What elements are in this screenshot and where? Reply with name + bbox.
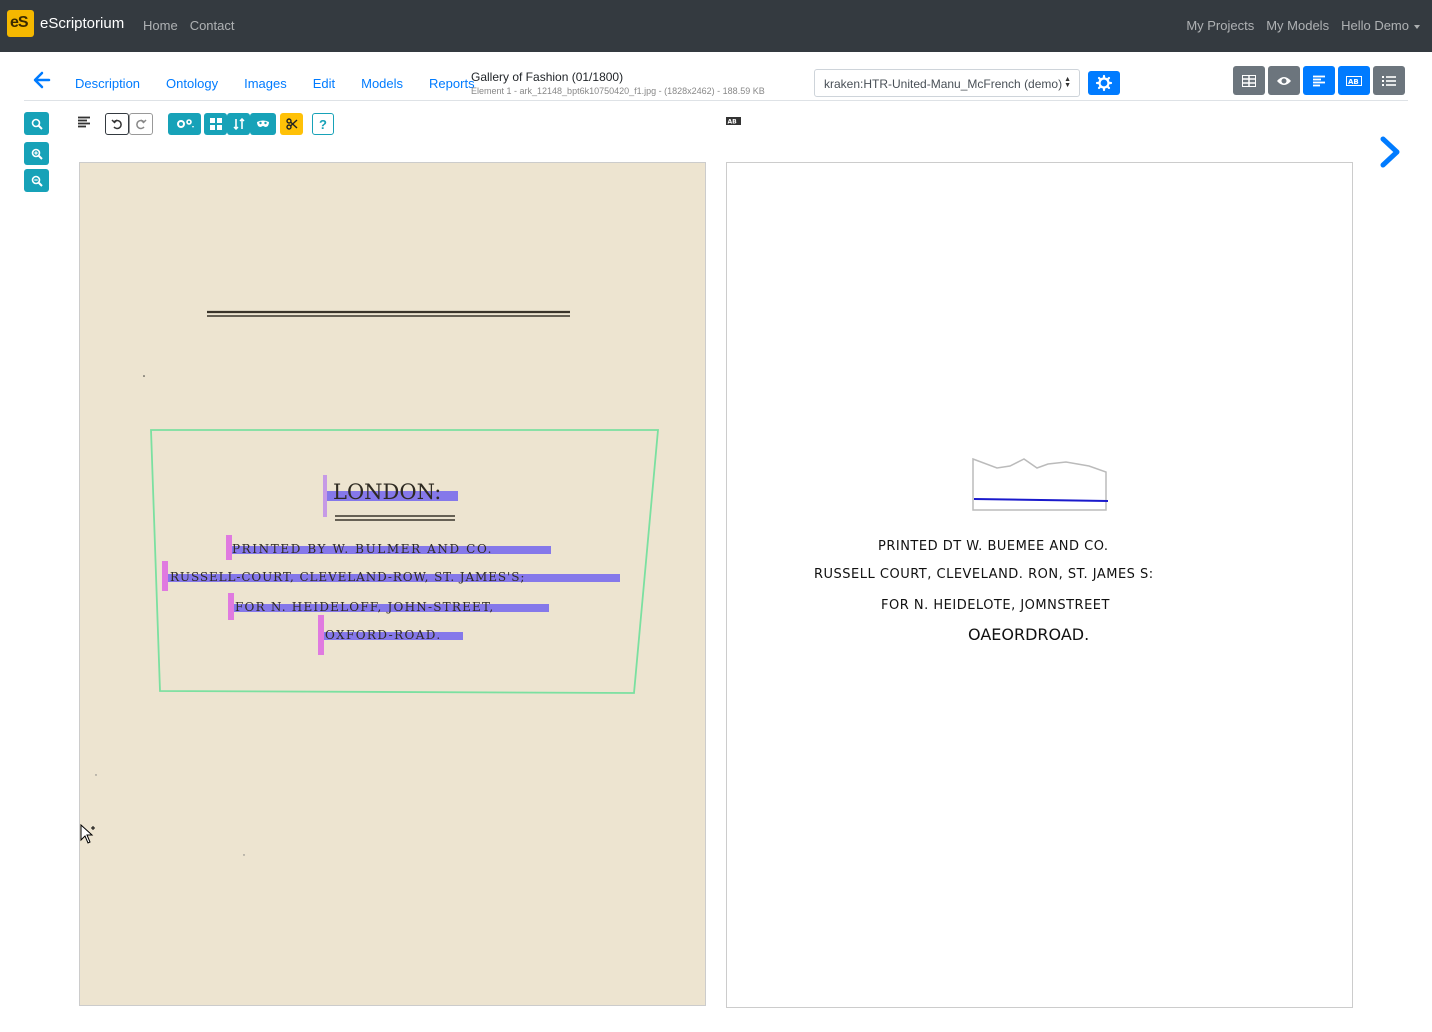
page-line-printed: PRINTED BY W. BULMER AND CO. [232, 542, 493, 556]
nav-contact-link[interactable]: Contact [190, 18, 235, 33]
zoom-in-icon [31, 148, 43, 160]
line-preview [972, 457, 1109, 511]
transcription-line[interactable]: RUSSELL COURT, CLEVELAND. RON, ST. JAMES… [814, 567, 1154, 582]
top-navbar: eS eScriptorium Home Contact My Projects… [0, 0, 1432, 52]
element-info: Element 1 - ark_12148_bpt6k10750420_f1.j… [471, 86, 765, 96]
toggle-regions-button[interactable] [204, 113, 227, 135]
cut-button[interactable] [280, 113, 303, 135]
tab-models[interactable]: Models [361, 76, 403, 91]
toggle-visualisation-panel[interactable] [1268, 66, 1300, 95]
text-box-icon[interactable]: AB [726, 117, 741, 125]
align-left-icon[interactable] [77, 116, 91, 128]
segmentation-settings-button[interactable] [168, 113, 201, 135]
tab-images[interactable]: Images [244, 76, 287, 91]
cursor-icon [80, 824, 95, 844]
toggle-source-panel[interactable] [1233, 66, 1265, 95]
caret-down-icon [1414, 24, 1420, 29]
page-line-heideloff: FOR N. HEIDELOFF, JOHN-STREET, [235, 600, 494, 614]
transcription-line[interactable]: FOR N. HEIDELOTE, JOMNSTREET [881, 598, 1110, 613]
toggle-segmentation-panel[interactable] [1303, 66, 1335, 95]
page-line-russell: RUSSELL-COURT, CLEVELAND-ROW, ST. JAMES'… [170, 570, 525, 584]
text-region[interactable] [150, 429, 659, 694]
align-left-icon [1313, 75, 1325, 86]
tab-ontology[interactable]: Ontology [166, 76, 218, 91]
gear-icon [1095, 74, 1113, 92]
zoom-reset-icon [31, 118, 43, 130]
model-select-value: kraken:HTR-United-Manu_McFrench (demo) [824, 77, 1063, 91]
tab-edit[interactable]: Edit [313, 76, 335, 91]
sort-icon [232, 118, 245, 130]
undo-button[interactable] [105, 113, 129, 135]
zoom-reset-button[interactable] [24, 112, 49, 135]
segmentation-panel[interactable]: LONDON: PRINTED BY W. BULMER AND CO. RUS… [79, 162, 706, 1006]
escriptorium-logo: eS [7, 10, 34, 37]
page-line-oxford: OXFORD-ROAD. [325, 628, 442, 642]
nav-my-models-link[interactable]: My Models [1266, 18, 1329, 33]
scissors-icon [285, 118, 297, 130]
redo-button[interactable] [129, 113, 153, 135]
zoom-in-button[interactable] [24, 142, 49, 165]
select-arrows-icon: ▲ ▼ [1064, 76, 1071, 89]
transcription-line[interactable]: OAEORDROAD. [968, 625, 1089, 644]
user-menu-label: Hello Demo [1341, 18, 1409, 33]
grid-icon [209, 118, 222, 130]
user-menu[interactable]: Hello Demo [1341, 18, 1420, 33]
nav-home-link[interactable]: Home [143, 18, 178, 33]
user-nav: My Projects My Models Hello Demo [1186, 18, 1420, 33]
redo-icon [136, 119, 147, 130]
line-ordering-button[interactable] [227, 113, 250, 135]
transcription-model-select[interactable]: kraken:HTR-United-Manu_McFrench (demo) ▲… [814, 69, 1080, 97]
document-title: Gallery of Fashion (01/1800) [471, 70, 624, 84]
eye-icon [1277, 76, 1291, 85]
zoom-out-button[interactable] [24, 169, 49, 192]
tab-reports[interactable]: Reports [429, 76, 475, 91]
transcription-line[interactable]: PRINTED DT W. BUEMEE AND CO. [878, 539, 1109, 554]
mask-icon [257, 120, 269, 127]
svg-text:AB: AB [728, 119, 738, 126]
model-settings-button[interactable] [1088, 71, 1120, 95]
main-nav: Home Contact [143, 18, 235, 33]
toggle-transcription-panel[interactable]: AB [1338, 66, 1370, 95]
document-nav: Description Ontology Images Edit Models … [24, 62, 1408, 101]
chevron-right-icon[interactable] [1378, 136, 1402, 168]
transcription-panel[interactable]: PRINTED DT W. BUEMEE AND CO. RUSSELL COU… [726, 162, 1353, 1008]
document-tabs: Description Ontology Images Edit Models … [75, 76, 501, 91]
toggle-masks-button[interactable] [250, 113, 276, 135]
back-arrow-icon[interactable] [32, 70, 52, 90]
nav-my-projects-link[interactable]: My Projects [1186, 18, 1254, 33]
brand-name: eScriptorium [40, 15, 125, 32]
panel-toggles: AB [1233, 66, 1405, 95]
svg-text:AB: AB [1348, 78, 1359, 86]
undo-icon [111, 119, 122, 130]
page-canvas[interactable]: LONDON: PRINTED BY W. BULMER AND CO. RUS… [80, 163, 706, 1006]
tab-description[interactable]: Description [75, 76, 140, 91]
logo-text: eS [10, 14, 29, 31]
help-button[interactable]: ? [312, 113, 334, 135]
list-icon [1382, 75, 1396, 86]
zoom-out-icon [31, 175, 43, 187]
page-line-london: LONDON: [333, 480, 441, 504]
grid-icon [1242, 74, 1256, 87]
settings-icon [176, 119, 194, 128]
brand[interactable]: eS eScriptorium [7, 10, 124, 37]
help-icon: ? [319, 116, 327, 132]
toggle-diplomatic-panel[interactable] [1373, 66, 1405, 95]
text-box-icon: AB [1346, 75, 1362, 86]
